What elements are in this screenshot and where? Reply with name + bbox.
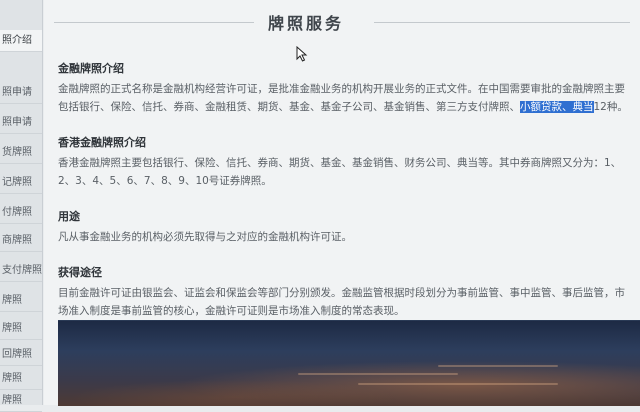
sidebar-item-payment-license[interactable]: 付牌照 — [0, 202, 42, 224]
title-divider-left — [54, 22, 254, 23]
body-text-end: 12种。 — [593, 101, 628, 113]
sidebar-item-license-apply-2[interactable]: 照申请 — [0, 112, 42, 134]
selected-text[interactable]: 小额贷款、典当 — [520, 101, 594, 113]
cloud-streak — [298, 373, 458, 375]
section-license-intro: 金融牌照介绍 金融牌照的正式名称是金融机构经营许可证，是批准金融业务的机构开展业… — [58, 60, 634, 116]
section-heading: 用途 — [58, 210, 80, 223]
sidebar-item-license-11[interactable]: 牌照 — [0, 368, 42, 390]
sidebar-item-return-license[interactable]: 回牌照 — [0, 344, 42, 366]
section-heading: 香港金融牌照介绍 — [58, 136, 146, 149]
sidebar-item-license-apply[interactable]: 照申请 — [0, 82, 42, 104]
section-body: 香港金融牌照主要包括银行、保险、信托、券商、期货、基金、基金销售、财务公司、典当… — [58, 157, 622, 187]
sidebar: 照介绍 照申请 照申请 货牌照 记牌照 付牌照 商牌照 支付牌照 牌照 牌照 回… — [0, 0, 43, 412]
cloud-streak — [438, 365, 558, 367]
sidebar-item-license-intro[interactable]: 照介绍 — [0, 30, 42, 52]
page-title: 牌照服务 — [268, 14, 345, 33]
sidebar-item-registry-license[interactable]: 记牌照 — [0, 172, 42, 194]
sidebar-item-third-party-payment[interactable]: 支付牌照 — [0, 260, 42, 282]
section-heading: 获得途径 — [58, 266, 102, 279]
title-divider-right — [374, 22, 630, 23]
page-header: 牌照服务 — [44, 8, 640, 36]
section-heading: 金融牌照介绍 — [58, 62, 124, 75]
sidebar-item-commerce-license[interactable]: 商牌照 — [0, 230, 42, 252]
banner-image — [58, 320, 640, 406]
section-body: 金融牌照的正式名称是金融机构经营许可证，是批准金融业务的机构开展业务的正式文件。… — [58, 80, 634, 116]
sidebar-item-license-8[interactable]: 牌照 — [0, 290, 42, 312]
section-usage: 用途 凡从事金融业务的机构必须先取得与之对应的金融机构许可证。 — [58, 208, 634, 246]
sidebar-item-license-9[interactable]: 牌照 — [0, 318, 42, 340]
cloud-streak — [358, 383, 558, 385]
sidebar-item-loan-license[interactable]: 货牌照 — [0, 142, 42, 164]
section-how-to-obtain: 获得途径 目前金融许可证由银监会、证监会和保监会等部门分别颁发。金融监管根据时段… — [58, 264, 634, 320]
section-body: 目前金融许可证由银监会、证监会和保监会等部门分别颁发。金融监管根据时段划分为事前… — [58, 287, 625, 317]
section-body: 凡从事金融业务的机构必须先取得与之对应的金融机构许可证。 — [58, 231, 352, 243]
sidebar-item-license-12[interactable]: 牌照 — [0, 390, 42, 412]
section-hk-license-intro: 香港金融牌照介绍 香港金融牌照主要包括银行、保险、信托、券商、期货、基金、基金销… — [58, 134, 634, 190]
